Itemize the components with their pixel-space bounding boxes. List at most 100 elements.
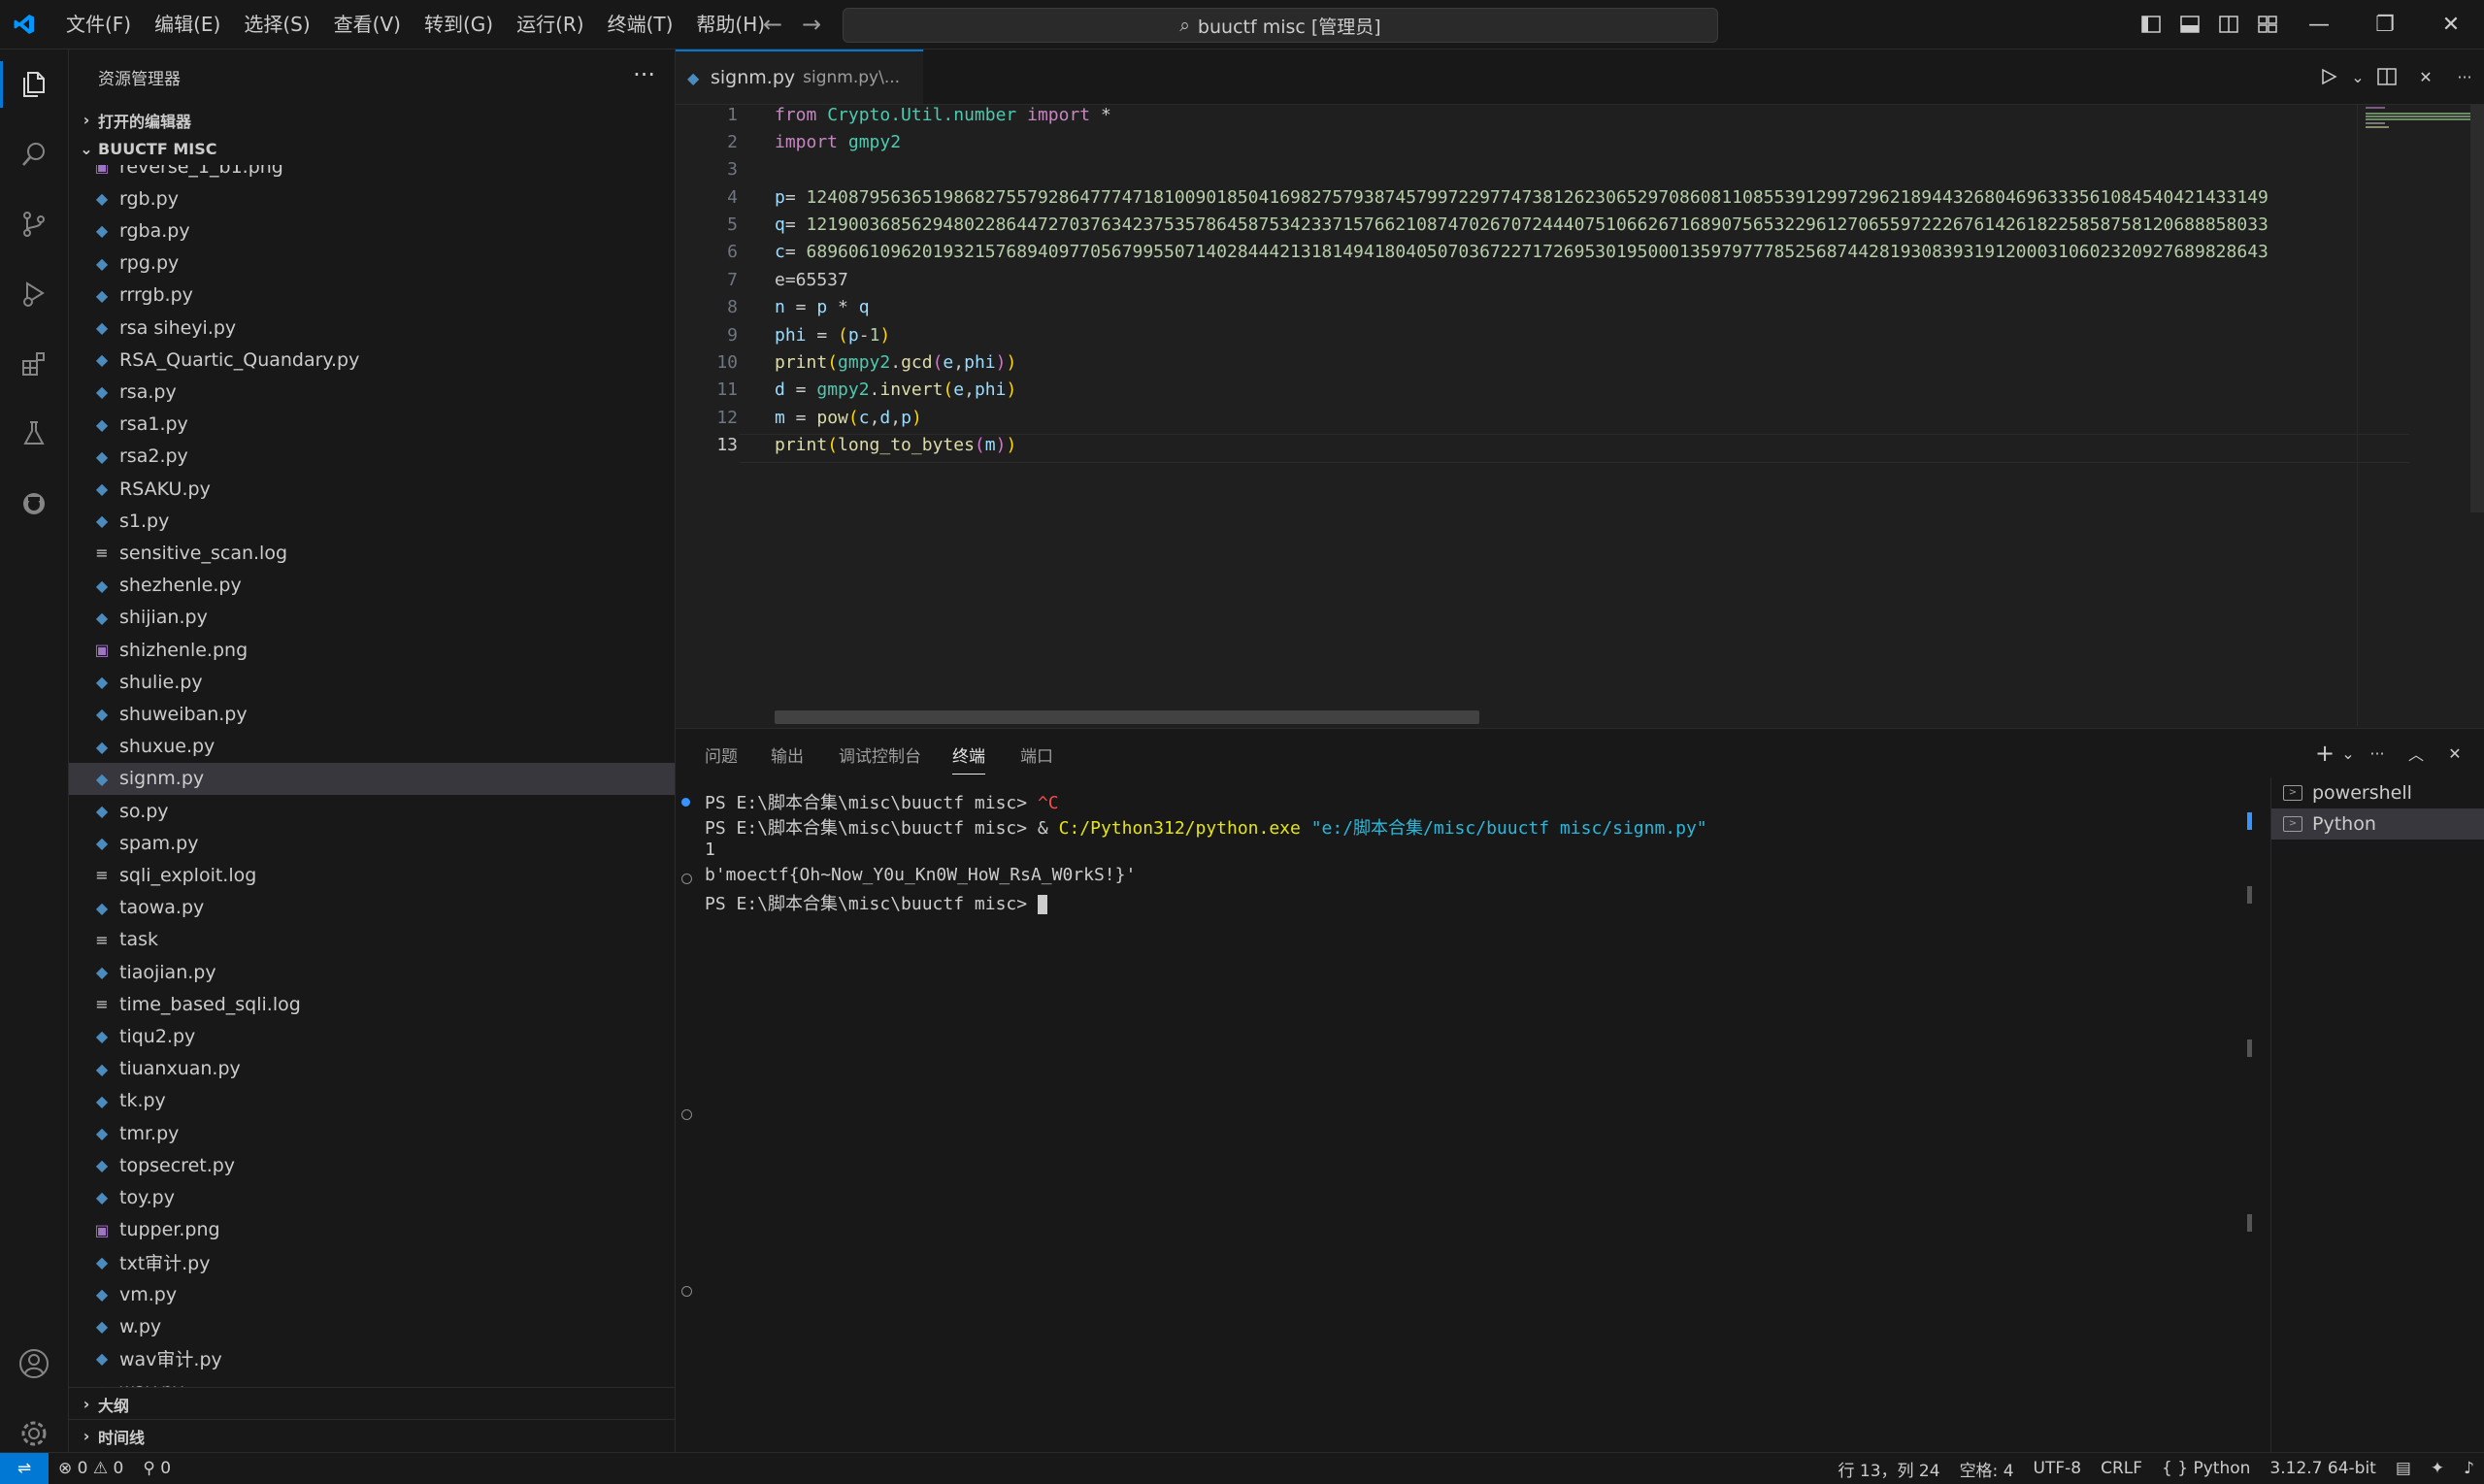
file-item[interactable]: ◆ so.py — [69, 795, 675, 827]
terminal-item-powershell[interactable]: > powershell — [2271, 777, 2484, 808]
file-item[interactable]: ◆ topsecret.py — [69, 1149, 675, 1181]
problems-status[interactable]: ⊗ 0 ⚠ 0 — [49, 1459, 133, 1478]
file-item[interactable]: ≡ sensitive_scan.log — [69, 537, 675, 569]
account-icon[interactable] — [0, 1329, 68, 1399]
file-item[interactable]: ◆ rgb.py — [69, 182, 675, 214]
notifications-bell-icon[interactable]: ♪ — [2454, 1459, 2484, 1478]
customize-layout-icon[interactable] — [2248, 0, 2287, 49]
open-editors-section[interactable]: › 打开的编辑器 — [69, 104, 675, 136]
menu-selection[interactable]: 选择(S) — [232, 0, 321, 49]
run-python-icon[interactable] — [2309, 52, 2348, 101]
python-interpreter[interactable]: 3.12.7 64-bit — [2260, 1459, 2385, 1478]
file-item[interactable]: ◆ rsa siheyi.py — [69, 312, 675, 344]
file-item[interactable]: ◆ rrrgb.py — [69, 280, 675, 312]
file-item[interactable]: ◆ tiaojian.py — [69, 956, 675, 988]
file-item[interactable]: ▣ shizhenle.png — [69, 634, 675, 666]
command-pending-icon[interactable] — [681, 874, 692, 884]
outline-section[interactable]: › 大纲 — [69, 1387, 675, 1420]
file-item[interactable]: ▣ tupper.png — [69, 1214, 675, 1246]
copilot-icon[interactable]: ✦ — [2421, 1459, 2454, 1478]
timeline-section[interactable]: › 时间线 — [69, 1419, 675, 1452]
line-ending[interactable]: CRLF — [2091, 1459, 2152, 1478]
command-center-search[interactable]: ⌕ buuctf misc [管理员] — [843, 8, 1718, 43]
close-editor-icon[interactable]: ✕ — [2406, 52, 2445, 101]
file-item[interactable]: ◆ rgba.py — [69, 214, 675, 247]
menu-edit[interactable]: 编辑(E) — [143, 0, 232, 49]
language-mode[interactable]: { } Python — [2152, 1459, 2260, 1478]
restore-icon[interactable]: ❐ — [2352, 0, 2418, 49]
code-editor[interactable]: 1 2 3 4 5 6 7 8 9 10 11 12 13 from Crypt… — [676, 105, 2484, 726]
indentation[interactable]: 空格: 4 — [1950, 1457, 2024, 1481]
file-item[interactable]: ≡ time_based_sqli.log — [69, 988, 675, 1020]
tab-problems[interactable]: 问题 — [705, 742, 738, 767]
file-item[interactable]: ◆ tk.py — [69, 1085, 675, 1117]
menu-view[interactable]: 查看(V) — [322, 0, 413, 49]
file-item[interactable]: ≡ task — [69, 924, 675, 956]
explorer-icon[interactable] — [0, 49, 68, 119]
testing-icon[interactable] — [0, 399, 68, 469]
file-item[interactable]: ◆ shezhenle.py — [69, 570, 675, 602]
remote-explorer-icon[interactable] — [0, 469, 68, 539]
vscode-logo-icon[interactable] — [0, 0, 49, 49]
menu-file[interactable]: 文件(F) — [54, 0, 143, 49]
menu-go[interactable]: 转到(G) — [413, 0, 505, 49]
file-item[interactable]: ≡ sqli_exploit.log — [69, 859, 675, 891]
folder-section[interactable]: ⌄ BUUCTF MISC — [69, 133, 675, 165]
file-item[interactable]: ◆ signm.py — [69, 762, 675, 795]
toggle-primary-sidebar-icon[interactable] — [2132, 0, 2170, 49]
split-editor-icon[interactable] — [2368, 52, 2406, 101]
remote-indicator-icon[interactable]: ⇌ — [0, 1453, 49, 1484]
forward-arrow-icon[interactable]: → — [792, 11, 831, 38]
minimize-icon[interactable]: — — [2286, 0, 2352, 49]
encoding[interactable]: UTF-8 — [2024, 1459, 2092, 1478]
file-item[interactable]: ◆ txt审计.py — [69, 1246, 675, 1278]
file-item[interactable]: ◆ shijian.py — [69, 602, 675, 634]
tab-ports[interactable]: 端口 — [1020, 742, 1053, 767]
tab-signm-py[interactable]: ◆ signm.py signm.py\... — [676, 49, 923, 104]
vertical-scrollbar[interactable] — [2470, 105, 2484, 512]
toggle-secondary-sidebar-icon[interactable] — [2209, 0, 2248, 49]
file-item[interactable]: ◆ vm.py — [69, 1278, 675, 1310]
close-window-icon[interactable]: ✕ — [2418, 0, 2484, 49]
file-item[interactable]: ◆ rsa.py — [69, 376, 675, 408]
run-debug-icon[interactable] — [0, 259, 68, 329]
horizontal-scrollbar[interactable] — [775, 710, 1479, 724]
file-item[interactable]: ◆ rsa2.py — [69, 441, 675, 473]
file-item[interactable]: ◆ shuxue.py — [69, 731, 675, 763]
new-terminal-icon[interactable]: + — [2311, 729, 2338, 777]
toggle-panel-icon[interactable] — [2170, 0, 2209, 49]
file-icon[interactable]: ▤ — [2386, 1459, 2421, 1478]
extensions-icon[interactable] — [0, 329, 68, 399]
close-panel-icon[interactable]: ✕ — [2435, 729, 2474, 777]
file-item[interactable]: ◆ tmr.py — [69, 1117, 675, 1149]
file-item[interactable]: ◆ spam.py — [69, 827, 675, 859]
file-item[interactable]: ◆ taowa.py — [69, 892, 675, 924]
file-item[interactable]: ◆ wav审计.py — [69, 1342, 675, 1374]
file-item[interactable]: ◆ rpg.py — [69, 247, 675, 280]
ports-status[interactable]: ⚲ 0 — [133, 1459, 181, 1478]
file-item[interactable]: ◆ toy.py — [69, 1181, 675, 1213]
file-item[interactable]: ◆ shuweiban.py — [69, 698, 675, 730]
more-actions-icon[interactable]: ··· — [633, 61, 655, 88]
back-arrow-icon[interactable]: ← — [753, 11, 792, 38]
file-item[interactable]: ◆ RSAKU.py — [69, 473, 675, 505]
source-control-icon[interactable] — [0, 189, 68, 259]
file-item[interactable]: ◆ shulie.py — [69, 666, 675, 698]
chevron-down-icon[interactable]: ⌄ — [2338, 729, 2358, 777]
minimap[interactable] — [2357, 105, 2484, 726]
tab-output[interactable]: 输出 — [771, 742, 804, 767]
menu-terminal[interactable]: 终端(T) — [596, 0, 685, 49]
search-icon[interactable] — [0, 119, 68, 189]
file-item[interactable]: ◆ w.py — [69, 1310, 675, 1342]
terminal-item-python[interactable]: > Python — [2271, 808, 2484, 840]
tab-terminal[interactable]: 终端 — [952, 742, 985, 775]
file-item[interactable]: ◆ tiuanxuan.py — [69, 1053, 675, 1085]
command-success-icon[interactable] — [681, 798, 690, 807]
file-item[interactable]: ◆ s1.py — [69, 505, 675, 537]
more-actions-icon[interactable]: ··· — [2358, 729, 2397, 777]
menu-run[interactable]: 运行(R) — [505, 0, 596, 49]
file-item[interactable]: ◆ rsa1.py — [69, 409, 675, 441]
maximize-panel-icon[interactable]: ︿ — [2397, 729, 2435, 777]
file-item[interactable]: ◆ tiqu2.py — [69, 1020, 675, 1052]
more-actions-icon[interactable]: ··· — [2445, 52, 2484, 101]
